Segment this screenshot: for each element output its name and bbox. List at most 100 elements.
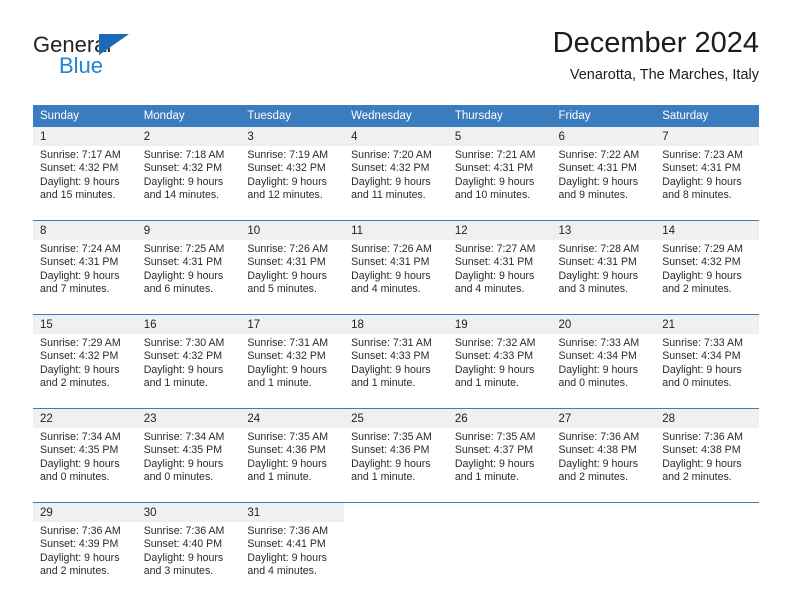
weekday-header-friday: Friday <box>551 105 656 127</box>
calendar-page: General Blue December 2024 Venarotta, Th… <box>0 0 792 612</box>
day-number[interactable]: 27 <box>551 408 656 428</box>
day-number[interactable]: 20 <box>551 314 656 334</box>
day-number[interactable]: 30 <box>136 502 241 522</box>
day-daylight-text: Daylight: 9 hours <box>247 269 327 282</box>
day-daylight-text: and 1 minute. <box>351 377 416 390</box>
day-sunset-text: Sunset: 4:32 PM <box>247 162 326 175</box>
day-sunrise-text: Sunrise: 7:34 AM <box>40 431 121 443</box>
triangle-icon <box>99 34 129 55</box>
day-number[interactable]: 6 <box>551 127 656 146</box>
day-number[interactable]: 9 <box>136 220 241 240</box>
day-sunset-text: Sunset: 4:31 PM <box>558 256 637 269</box>
week-spacer-cell <box>33 399 759 409</box>
day-number[interactable]: 15 <box>33 314 137 334</box>
day-daylight-text: and 12 minutes. <box>247 189 323 202</box>
day-details: Sunrise: 7:27 AM Sunset: 4:31 PM Daylight:… <box>447 240 552 305</box>
day-daylight-text: Daylight: 9 hours <box>143 363 224 376</box>
day-number[interactable]: 3 <box>240 127 345 146</box>
day-number[interactable]: 31 <box>240 502 345 522</box>
day-daylight-text: Daylight: 9 hours <box>558 457 639 470</box>
day-number[interactable]: 2 <box>136 127 241 146</box>
day-details: Sunrise: 7:33 AM Sunset: 4:34 PM Daylight:… <box>655 334 759 399</box>
page-header: General Blue December 2024 Venarotta, Th… <box>33 26 759 96</box>
day-number[interactable]: 14 <box>655 220 759 240</box>
day-sunset-text: Sunset: 4:32 PM <box>247 350 326 363</box>
day-sunset-text: Sunset: 4:38 PM <box>662 444 741 457</box>
day-sunrise-text: Sunrise: 7:25 AM <box>143 243 225 255</box>
day-number[interactable]: 17 <box>240 314 345 334</box>
day-number[interactable]: 26 <box>447 408 552 428</box>
day-number[interactable]: 8 <box>33 220 137 240</box>
day-number[interactable]: 23 <box>136 408 241 428</box>
day-sunrise-text: Sunrise: 7:36 AM <box>40 525 121 537</box>
day-number[interactable]: 29 <box>33 502 137 522</box>
day-sunset-text: Sunset: 4:36 PM <box>247 444 326 457</box>
day-number[interactable]: 25 <box>344 408 448 428</box>
day-sunset-text: Sunset: 4:32 PM <box>662 256 741 269</box>
week-detail-row: Sunrise: 7:29 AM Sunset: 4:32 PM Daylight:… <box>33 334 759 399</box>
day-details: Sunrise: 7:28 AM Sunset: 4:31 PM Daylight:… <box>551 240 656 305</box>
day-number[interactable]: 22 <box>33 408 137 428</box>
calendar-table: Sunday Monday Tuesday Wednesday Thursday… <box>33 105 759 587</box>
day-number[interactable]: 21 <box>655 314 759 334</box>
calendar-body: 1 2 3 4 5 6 7 Sunrise: 7:17 AM Sunset: 4:32 PM Da… <box>33 127 759 587</box>
week-number-row: 1234567 <box>33 127 759 146</box>
day-sunset-text: Sunset: 4:31 PM <box>143 256 223 269</box>
day-sunset-text: Sunset: 4:32 PM <box>143 350 223 363</box>
day-details: Sunrise: 7:20 AM Sunset: 4:32 PM Daylight:… <box>344 146 448 211</box>
day-daylight-text: and 2 minutes. <box>558 471 629 484</box>
day-daylight-text: and 3 minutes. <box>558 283 629 296</box>
day-daylight-text: and 0 minutes. <box>558 377 629 390</box>
day-number[interactable]: 4 <box>344 127 448 146</box>
weekday-header-saturday: Saturday <box>655 105 759 127</box>
day-number[interactable]: 18 <box>344 314 448 334</box>
week-number-row: 22 23 24 25 26 27 28 <box>33 408 759 428</box>
day-sunset-text: Sunset: 4:35 PM <box>143 444 223 457</box>
day-number[interactable]: 12 <box>447 220 552 240</box>
day-daylight-text: and 15 minutes. <box>40 189 116 202</box>
day-number[interactable]: 5 <box>447 127 552 146</box>
day-daylight-text: and 1 minute. <box>143 377 208 390</box>
day-details: Sunrise: 7:22 AM Sunset: 4:31 PM Daylight:… <box>551 146 656 211</box>
day-number[interactable]: 16 <box>136 314 241 334</box>
day-daylight-text: and 6 minutes. <box>143 283 214 296</box>
day-number[interactable]: 28 <box>655 408 759 428</box>
day-daylight-text: Daylight: 9 hours <box>40 551 120 564</box>
day-number[interactable]: 1 <box>33 127 137 146</box>
day-sunrise-text: Sunrise: 7:29 AM <box>662 243 743 255</box>
day-sunset-text: Sunset: 4:32 PM <box>351 162 430 175</box>
day-number[interactable]: 19 <box>447 314 552 334</box>
day-sunset-text: Sunset: 4:34 PM <box>662 350 741 363</box>
day-daylight-text: and 4 minutes. <box>454 283 525 296</box>
weekday-header-sunday: Sunday <box>33 105 137 127</box>
day-daylight-text: Daylight: 9 hours <box>351 457 431 470</box>
day-daylight-text: Daylight: 9 hours <box>558 363 639 376</box>
weekday-header-wednesday: Wednesday <box>344 105 448 127</box>
day-details: Sunrise: 7:35 AM Sunset: 4:36 PM Daylight:… <box>240 428 345 493</box>
day-cell-empty <box>655 502 759 522</box>
day-details: Sunrise: 7:35 AM Sunset: 4:37 PM Daylight:… <box>447 428 552 493</box>
day-daylight-text: and 8 minutes. <box>662 189 732 202</box>
day-sunrise-text: Sunrise: 7:34 AM <box>143 431 225 443</box>
day-daylight-text: Daylight: 9 hours <box>454 175 535 188</box>
day-number[interactable]: 13 <box>551 220 656 240</box>
day-number[interactable]: 24 <box>240 408 345 428</box>
calendar-grid: Sunday Monday Tuesday Wednesday Thursday… <box>33 105 759 587</box>
day-details: Sunrise: 7:23 AM Sunset: 4:31 PM Daylight:… <box>655 146 759 211</box>
day-details: Sunrise: 7:36 AM Sunset: 4:41 PM Daylight:… <box>240 522 345 587</box>
day-sunrise-text: Sunrise: 7:35 AM <box>247 431 329 443</box>
day-daylight-text: and 3 minutes. <box>143 565 214 578</box>
week-number-row: 8 9 10 11 12 13 14 <box>33 220 759 240</box>
day-number[interactable]: 11 <box>344 220 448 240</box>
week-spacer <box>33 493 759 503</box>
day-details: Sunrise: 7:25 AM Sunset: 4:31 PM Daylight:… <box>136 240 241 305</box>
day-number[interactable]: 7 <box>655 127 759 146</box>
day-number[interactable]: 10 <box>240 220 345 240</box>
day-sunrise-text: Sunrise: 7:29 AM <box>40 337 121 349</box>
day-daylight-text: and 2 minutes. <box>662 471 732 484</box>
day-sunrise-text: Sunrise: 7:22 AM <box>558 149 640 161</box>
day-daylight-text: Daylight: 9 hours <box>558 269 639 282</box>
day-daylight-text: Daylight: 9 hours <box>143 551 224 564</box>
day-daylight-text: Daylight: 9 hours <box>143 269 224 282</box>
day-sunset-text: Sunset: 4:37 PM <box>454 444 534 457</box>
